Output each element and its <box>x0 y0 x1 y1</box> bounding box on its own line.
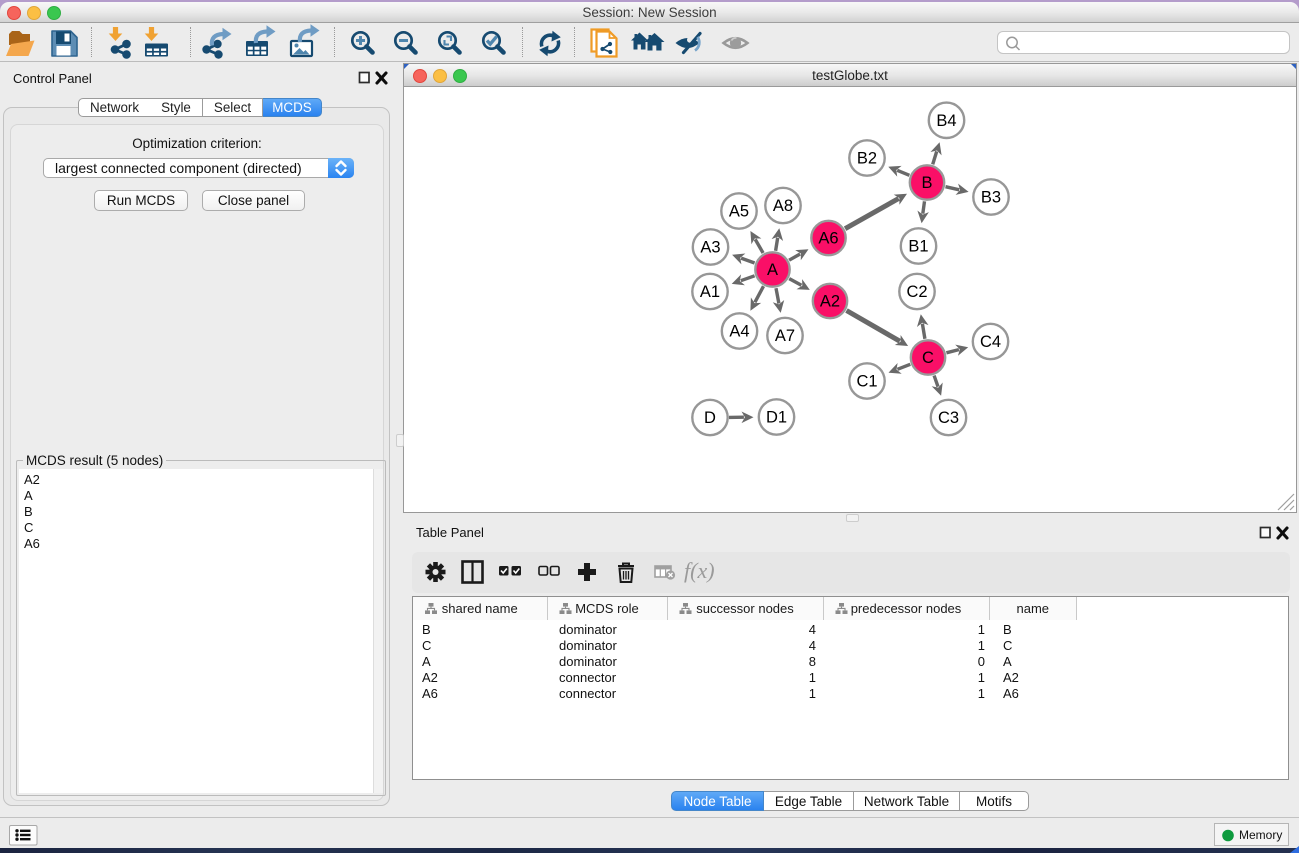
svg-text:A4: A4 <box>729 323 749 341</box>
svg-text:A3: A3 <box>700 239 720 257</box>
svg-text:C: C <box>922 349 934 367</box>
svg-text:C4: C4 <box>980 333 1001 351</box>
svg-text:D1: D1 <box>766 409 787 427</box>
svg-text:A8: A8 <box>773 197 793 215</box>
svg-text:A1: A1 <box>700 283 720 301</box>
svg-text:B2: B2 <box>857 150 877 168</box>
svg-text:D: D <box>704 409 716 427</box>
svg-text:C1: C1 <box>856 373 877 391</box>
svg-text:C2: C2 <box>906 283 927 301</box>
svg-text:B1: B1 <box>908 238 928 256</box>
svg-text:A7: A7 <box>775 327 795 345</box>
svg-text:B3: B3 <box>981 189 1001 207</box>
svg-text:B: B <box>921 174 932 192</box>
svg-text:C3: C3 <box>938 409 959 427</box>
svg-text:A: A <box>767 261 778 279</box>
svg-text:A5: A5 <box>729 203 749 221</box>
svg-text:A2: A2 <box>820 293 840 311</box>
svg-text:A6: A6 <box>818 230 838 248</box>
svg-text:B4: B4 <box>936 112 956 130</box>
